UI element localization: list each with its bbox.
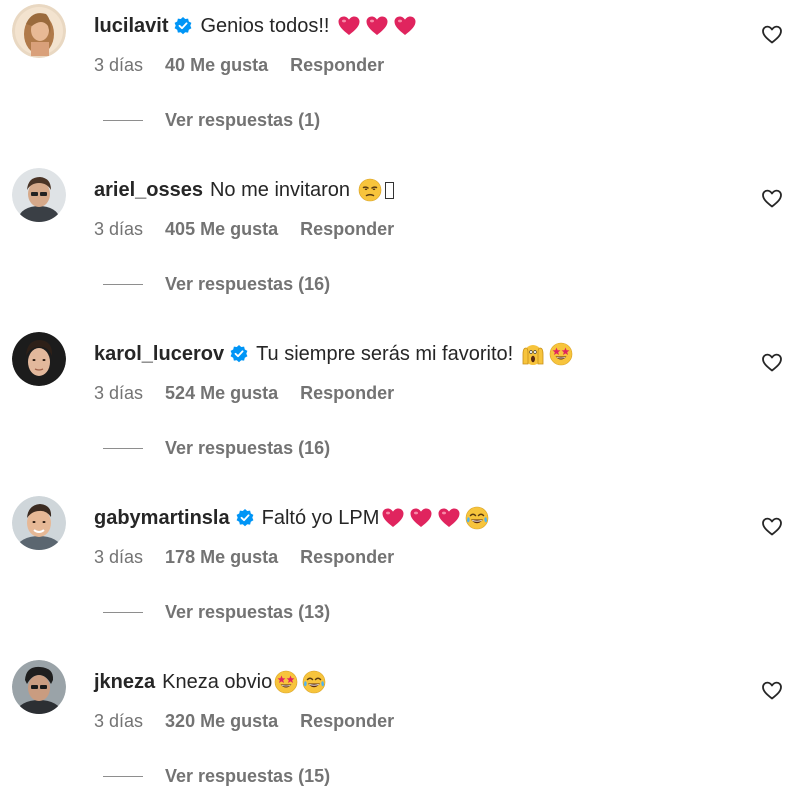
- comment-time: 3 días: [94, 55, 144, 75]
- avatar[interactable]: [12, 332, 66, 386]
- comment-text: Tu siempre serás mi favorito!: [256, 342, 514, 365]
- comment-item: gabymartinsla Faltó yo LPM 3 días 178 Me…: [0, 496, 800, 660]
- comment-header: gabymartinsla Faltó yo LPM: [94, 504, 489, 532]
- avatar[interactable]: [12, 660, 66, 714]
- comment-time: 3 días: [94, 711, 144, 731]
- view-replies-label: Ver respuestas (15): [165, 766, 331, 786]
- comment-username[interactable]: jkneza: [94, 671, 155, 694]
- heart-outline-icon[interactable]: [760, 678, 784, 702]
- red-heart-emoji: [382, 508, 404, 527]
- red-heart-emoji: [338, 16, 360, 35]
- comment-likes[interactable]: 405 Me gusta: [165, 219, 278, 240]
- comment-likes[interactable]: 320 Me gusta: [165, 711, 278, 732]
- comment-likes[interactable]: 40 Me gusta: [165, 55, 268, 76]
- star-struck-emoji: [274, 670, 298, 694]
- comment-likes[interactable]: 524 Me gusta: [165, 383, 278, 404]
- verified-badge-icon: [236, 509, 254, 527]
- reply-button[interactable]: Responder: [300, 383, 394, 404]
- comment-item: ariel_osses No me invitaron 3 días 405 M…: [0, 168, 800, 332]
- comment-meta: 3 días 40 Me gusta Responder: [94, 55, 384, 76]
- comment-time: 3 días: [94, 219, 144, 239]
- view-replies-button[interactable]: Ver respuestas (1): [103, 110, 320, 131]
- tears-of-joy-emoji: [466, 506, 489, 530]
- comment-text: No me invitaron: [209, 178, 351, 201]
- reply-button[interactable]: Responder: [300, 547, 394, 568]
- comment-meta: 3 días 405 Me gusta Responder: [94, 219, 394, 240]
- comment-username[interactable]: gabymartinsla: [94, 507, 230, 530]
- missing-glyph-icon: [385, 181, 395, 199]
- red-heart-emoji: [410, 508, 432, 527]
- unamused-face-emoji: [358, 178, 382, 202]
- heart-outline-icon[interactable]: [760, 350, 784, 374]
- verified-badge-icon: [230, 345, 248, 363]
- reply-button[interactable]: Responder: [300, 711, 394, 732]
- view-replies-label: Ver respuestas (13): [165, 602, 331, 622]
- comment-text: Genios todos!!: [200, 14, 330, 37]
- comment-text: Kneza obvio: [162, 670, 273, 693]
- replies-divider: [103, 284, 143, 285]
- comment-username[interactable]: lucilavit: [94, 15, 168, 38]
- replies-divider: [103, 448, 143, 449]
- star-struck-emoji: [549, 342, 573, 366]
- comment-header: karol_lucerov Tu siempre serás mi favori…: [94, 340, 573, 368]
- comment-item: jkneza Kneza obvio 3 días 320 Me gusta R…: [0, 660, 800, 800]
- comment-meta: 3 días 178 Me gusta Responder: [94, 547, 394, 568]
- comment-header: lucilavit Genios todos!!: [94, 12, 417, 40]
- view-replies-button[interactable]: Ver respuestas (13): [103, 602, 330, 623]
- heart-outline-icon[interactable]: [760, 22, 784, 46]
- reply-button[interactable]: Responder: [300, 219, 394, 240]
- view-replies-button[interactable]: Ver respuestas (15): [103, 766, 330, 787]
- comment-meta: 3 días 320 Me gusta Responder: [94, 711, 394, 732]
- tears-of-joy-emoji: [302, 670, 326, 694]
- red-heart-emoji: [394, 16, 416, 35]
- replies-divider: [103, 120, 143, 121]
- heart-outline-icon[interactable]: [760, 514, 784, 538]
- comment-header: ariel_osses No me invitaron: [94, 176, 395, 204]
- view-replies-label: Ver respuestas (16): [165, 274, 331, 294]
- view-replies-button[interactable]: Ver respuestas (16): [103, 438, 330, 459]
- avatar[interactable]: [12, 4, 66, 58]
- avatar[interactable]: [12, 496, 66, 550]
- comment-text: Faltó yo LPM: [261, 506, 380, 529]
- comment-header: jkneza Kneza obvio: [94, 668, 326, 696]
- verified-badge-icon: [175, 17, 192, 35]
- reply-button[interactable]: Responder: [290, 55, 384, 76]
- comment-item: karol_lucerov Tu siempre serás mi favori…: [0, 332, 800, 496]
- screaming-face-emoji: [522, 345, 544, 365]
- comment-time: 3 días: [94, 547, 144, 567]
- comments-list: lucilavit Genios todos!! 3 días 40 Me gu…: [0, 0, 800, 800]
- avatar[interactable]: [12, 168, 66, 222]
- view-replies-label: Ver respuestas (16): [165, 438, 331, 458]
- comment-item: lucilavit Genios todos!! 3 días 40 Me gu…: [0, 4, 800, 168]
- red-heart-emoji: [438, 508, 460, 527]
- comment-username[interactable]: karol_lucerov: [94, 343, 224, 366]
- view-replies-button[interactable]: Ver respuestas (16): [103, 274, 330, 295]
- comment-meta: 3 días 524 Me gusta Responder: [94, 383, 394, 404]
- replies-divider: [103, 612, 143, 613]
- comment-username[interactable]: ariel_osses: [94, 179, 203, 202]
- heart-outline-icon[interactable]: [760, 186, 784, 210]
- view-replies-label: Ver respuestas (1): [165, 110, 321, 130]
- replies-divider: [103, 776, 143, 777]
- red-heart-emoji: [366, 16, 388, 35]
- comment-likes[interactable]: 178 Me gusta: [165, 547, 278, 568]
- comment-time: 3 días: [94, 383, 144, 403]
